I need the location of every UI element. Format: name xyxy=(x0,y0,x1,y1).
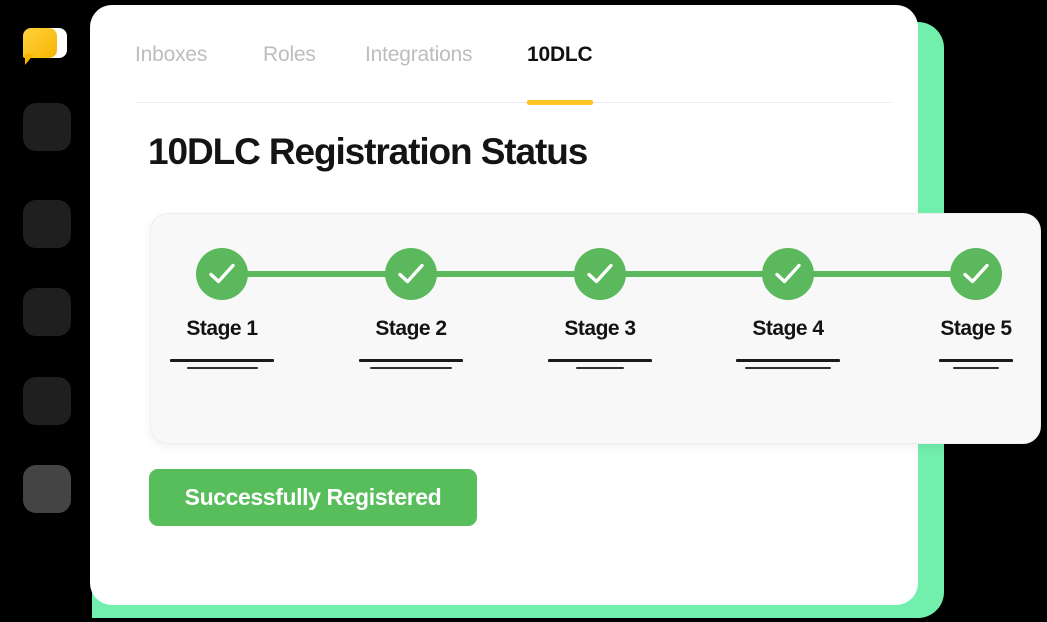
progress-stage-detail-placeholder xyxy=(341,359,481,369)
placeholder-line-1 xyxy=(170,359,274,362)
progress-stage-label: Stage 4 xyxy=(752,317,824,340)
placeholder-line-2 xyxy=(186,367,258,369)
check-icon xyxy=(196,248,248,300)
placeholder-line-2 xyxy=(370,367,452,369)
tab-inboxes[interactable]: Inboxes xyxy=(135,43,207,67)
progress-stage-detail-placeholder xyxy=(906,359,1046,369)
placeholder-line-1 xyxy=(548,359,652,362)
sidebar-item-2[interactable] xyxy=(23,200,71,248)
progress-stage-detail-placeholder xyxy=(152,359,292,369)
tab-10dlc[interactable]: 10DLC xyxy=(527,43,593,67)
progress-stage-label: Stage 1 xyxy=(186,317,258,340)
progress-stage-label: Stage 5 xyxy=(940,317,1012,340)
logo-bubble-tail xyxy=(25,54,34,65)
active-tab-underline xyxy=(527,100,593,105)
settings-tab-bar: Inboxes Roles Integrations 10DLC xyxy=(135,35,891,105)
app-window: Inboxes Roles Integrations 10DLC 10DLC Regi… xyxy=(0,0,1047,622)
sidebar-item-3[interactable] xyxy=(23,288,71,336)
progress-stage-1[interactable]: Stage 1 xyxy=(152,248,292,374)
progress-stage-label: Stage 3 xyxy=(564,317,636,340)
registration-progress-card: Stage 1 Stage 2 Stage 3 Stage 4 Stage 5 xyxy=(150,213,1041,444)
progress-stage-2[interactable]: Stage 2 xyxy=(341,248,481,374)
page-title: 10DLC Registration Status xyxy=(148,131,588,172)
sidebar-nav-rail xyxy=(0,0,92,622)
placeholder-line-2 xyxy=(576,367,624,369)
tab-integrations[interactable]: Integrations xyxy=(365,43,473,67)
sidebar-item-1[interactable] xyxy=(23,103,71,151)
tab-roles[interactable]: Roles xyxy=(263,43,316,67)
placeholder-line-1 xyxy=(939,359,1013,362)
check-icon xyxy=(574,248,626,300)
progress-stage-detail-placeholder xyxy=(718,359,858,369)
placeholder-line-2 xyxy=(745,367,831,369)
progress-stage-5[interactable]: Stage 5 xyxy=(906,248,1046,374)
progress-stage-label: Stage 2 xyxy=(375,317,447,340)
progress-stage-3[interactable]: Stage 3 xyxy=(530,248,670,374)
check-icon xyxy=(385,248,437,300)
speech-bubble-logo-icon[interactable] xyxy=(23,26,69,68)
progress-stage-4[interactable]: Stage 4 xyxy=(718,248,858,374)
placeholder-line-1 xyxy=(736,359,840,362)
status-badge-successfully-registered[interactable]: Successfully Registered xyxy=(149,469,477,526)
sidebar-item-4[interactable] xyxy=(23,377,71,425)
placeholder-line-2 xyxy=(953,367,999,369)
progress-stage-detail-placeholder xyxy=(530,359,670,369)
check-icon xyxy=(762,248,814,300)
sidebar-item-5[interactable] xyxy=(23,465,71,513)
placeholder-line-1 xyxy=(359,359,463,362)
check-icon xyxy=(950,248,1002,300)
